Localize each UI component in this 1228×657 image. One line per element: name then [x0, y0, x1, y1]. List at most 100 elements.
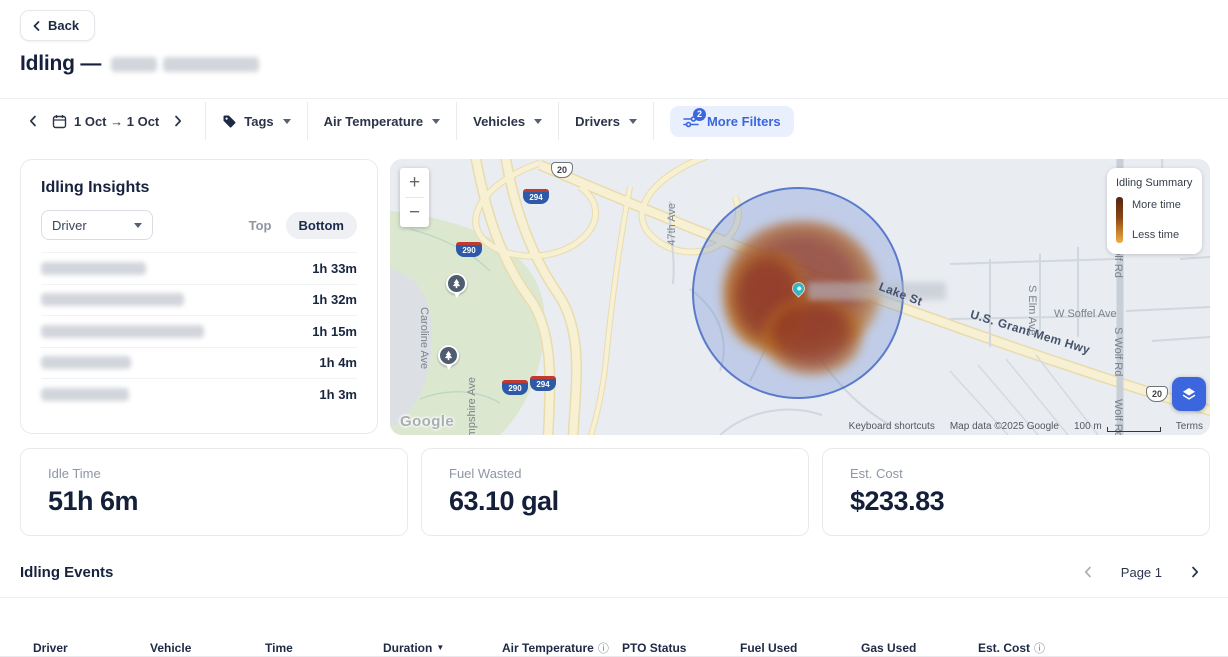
tags-filter[interactable]: Tags: [222, 114, 290, 129]
date-next-button[interactable]: [167, 110, 189, 132]
tag-icon: [222, 114, 237, 129]
insight-time: 1h 32m: [312, 292, 357, 307]
keyboard-shortcuts-link[interactable]: Keyboard shortcuts: [849, 421, 935, 432]
insight-time: 1h 33m: [312, 261, 357, 276]
insight-row[interactable]: 1h 32m: [41, 284, 357, 316]
sort-desc-icon: ▼: [436, 643, 444, 652]
redacted-driver-name: [41, 388, 129, 401]
stat-label: Est. Cost: [850, 466, 1182, 481]
col-fuel-used[interactable]: Fuel Used: [740, 639, 861, 656]
caret-down-icon: [534, 119, 542, 124]
street-label-caroline: Caroline Ave: [418, 307, 430, 369]
street-label-soffel: W Soffel Ave: [1054, 308, 1117, 320]
legend-less-label: Less time: [1132, 229, 1181, 241]
page-next-button[interactable]: [1184, 561, 1206, 583]
insights-title: Idling Insights: [21, 160, 377, 197]
air-temperature-filter[interactable]: Air Temperature: [324, 114, 440, 129]
date-range-picker[interactable]: 1 Oct → 1 Oct: [52, 114, 159, 129]
legend-body: More time Less time: [1116, 197, 1193, 243]
chevron-left-icon: [32, 21, 41, 31]
col-driver[interactable]: Driver: [33, 639, 150, 656]
layers-icon: [1180, 385, 1198, 403]
insight-row[interactable]: 1h 15m: [41, 315, 357, 347]
idling-report-page: Back Idling — 1 Oct → 1 Oct Tags Air Tem…: [0, 0, 1228, 657]
redacted-driver-name: [41, 293, 184, 306]
stat-value: 63.10 gal: [449, 486, 781, 517]
info-icon[interactable]: ⓘ: [598, 640, 609, 656]
col-label: Duration: [383, 641, 432, 655]
page-prev-button[interactable]: [1077, 561, 1099, 583]
route-shield-i294: 294: [523, 189, 549, 204]
back-button[interactable]: Back: [20, 10, 95, 41]
chevron-right-icon: [1190, 566, 1200, 578]
zoom-out-button[interactable]: −: [400, 198, 429, 227]
col-duration[interactable]: Duration ▼: [383, 639, 502, 656]
stat-value: 51h 6m: [48, 486, 380, 517]
est-cost-card: Est. Cost $233.83: [822, 448, 1210, 536]
park-marker-icon[interactable]: [438, 345, 459, 366]
shield-number: 20: [1152, 389, 1162, 399]
stat-value: $233.83: [850, 486, 1182, 517]
more-filters-button[interactable]: 2 More Filters: [670, 106, 794, 137]
col-vehicle[interactable]: Vehicle: [150, 639, 265, 656]
col-pto-status[interactable]: PTO Status: [622, 639, 740, 656]
filter-separator: [558, 102, 559, 140]
insight-time: 1h 15m: [312, 324, 357, 339]
terms-link[interactable]: Terms: [1176, 421, 1203, 432]
col-label: Gas Used: [861, 641, 916, 655]
stat-label: Fuel Wasted: [449, 466, 781, 481]
insight-row[interactable]: 1h 33m: [41, 252, 357, 284]
vehicles-filter[interactable]: Vehicles: [473, 114, 542, 129]
drivers-filter[interactable]: Drivers: [575, 114, 637, 129]
map-scale-bar: [1107, 427, 1161, 432]
insight-row[interactable]: 1h 3m: [41, 378, 357, 410]
insights-controls: Driver Top Bottom: [21, 197, 377, 252]
legend-labels: More time Less time: [1132, 197, 1181, 243]
col-est-cost[interactable]: Est. Cost ⓘ: [978, 639, 1228, 656]
idling-heatmap-blob: [762, 297, 862, 375]
stat-label: Idle Time: [48, 466, 380, 481]
col-label: Time: [265, 641, 293, 655]
date-prev-button[interactable]: [22, 110, 44, 132]
tree-icon: [443, 350, 454, 361]
google-logo[interactable]: Google: [400, 413, 454, 430]
page-indicator: Page 1: [1121, 565, 1162, 580]
col-label: Est. Cost: [978, 641, 1030, 655]
filter-bar: 1 Oct → 1 Oct Tags Air Temperature Vehic…: [22, 103, 1208, 139]
toggle-top-button[interactable]: Top: [239, 212, 282, 239]
zoom-in-button[interactable]: +: [400, 168, 429, 197]
insight-row[interactable]: 1h 4m: [41, 347, 357, 379]
insight-time: 1h 3m: [319, 387, 357, 402]
redacted-driver-name: [41, 325, 204, 338]
map-scale: 100 m: [1074, 421, 1161, 432]
idling-map[interactable]: Lake St U.S. Grant Mem Hwy W Soffel Ave …: [390, 159, 1210, 435]
street-label-47th: 47th Ave: [666, 203, 678, 246]
shield-number: 290: [462, 246, 475, 255]
pagination: Page 1: [1077, 561, 1206, 583]
col-label: PTO Status: [622, 641, 686, 655]
map-scale-label: 100 m: [1074, 421, 1102, 432]
group-by-select[interactable]: Driver: [41, 210, 153, 240]
filter-separator: [653, 102, 654, 140]
idling-events-title: Idling Events: [20, 564, 113, 581]
back-label: Back: [48, 18, 79, 33]
page-title-text: Idling —: [20, 52, 101, 76]
col-label: Driver: [33, 641, 68, 655]
chevron-left-icon: [28, 115, 38, 127]
col-time[interactable]: Time: [265, 639, 383, 656]
info-icon[interactable]: ⓘ: [1034, 640, 1045, 656]
redacted-entity-name-2: [163, 57, 259, 72]
shield-number: 20: [557, 165, 567, 175]
redacted-driver-name: [41, 356, 131, 369]
legend-more-label: More time: [1132, 199, 1181, 211]
map-layers-button[interactable]: [1172, 377, 1206, 411]
fuel-wasted-card: Fuel Wasted 63.10 gal: [421, 448, 809, 536]
shield-number: 294: [529, 193, 542, 202]
park-marker-icon[interactable]: [446, 273, 467, 294]
col-air-temperature[interactable]: Air Temperatureⓘ: [502, 639, 622, 656]
legend-title: Idling Summary: [1116, 177, 1193, 189]
col-gas-used[interactable]: Gas Used: [861, 639, 978, 656]
toggle-bottom-button[interactable]: Bottom: [286, 212, 358, 239]
group-by-value: Driver: [52, 218, 87, 233]
col-label: Vehicle: [150, 641, 191, 655]
